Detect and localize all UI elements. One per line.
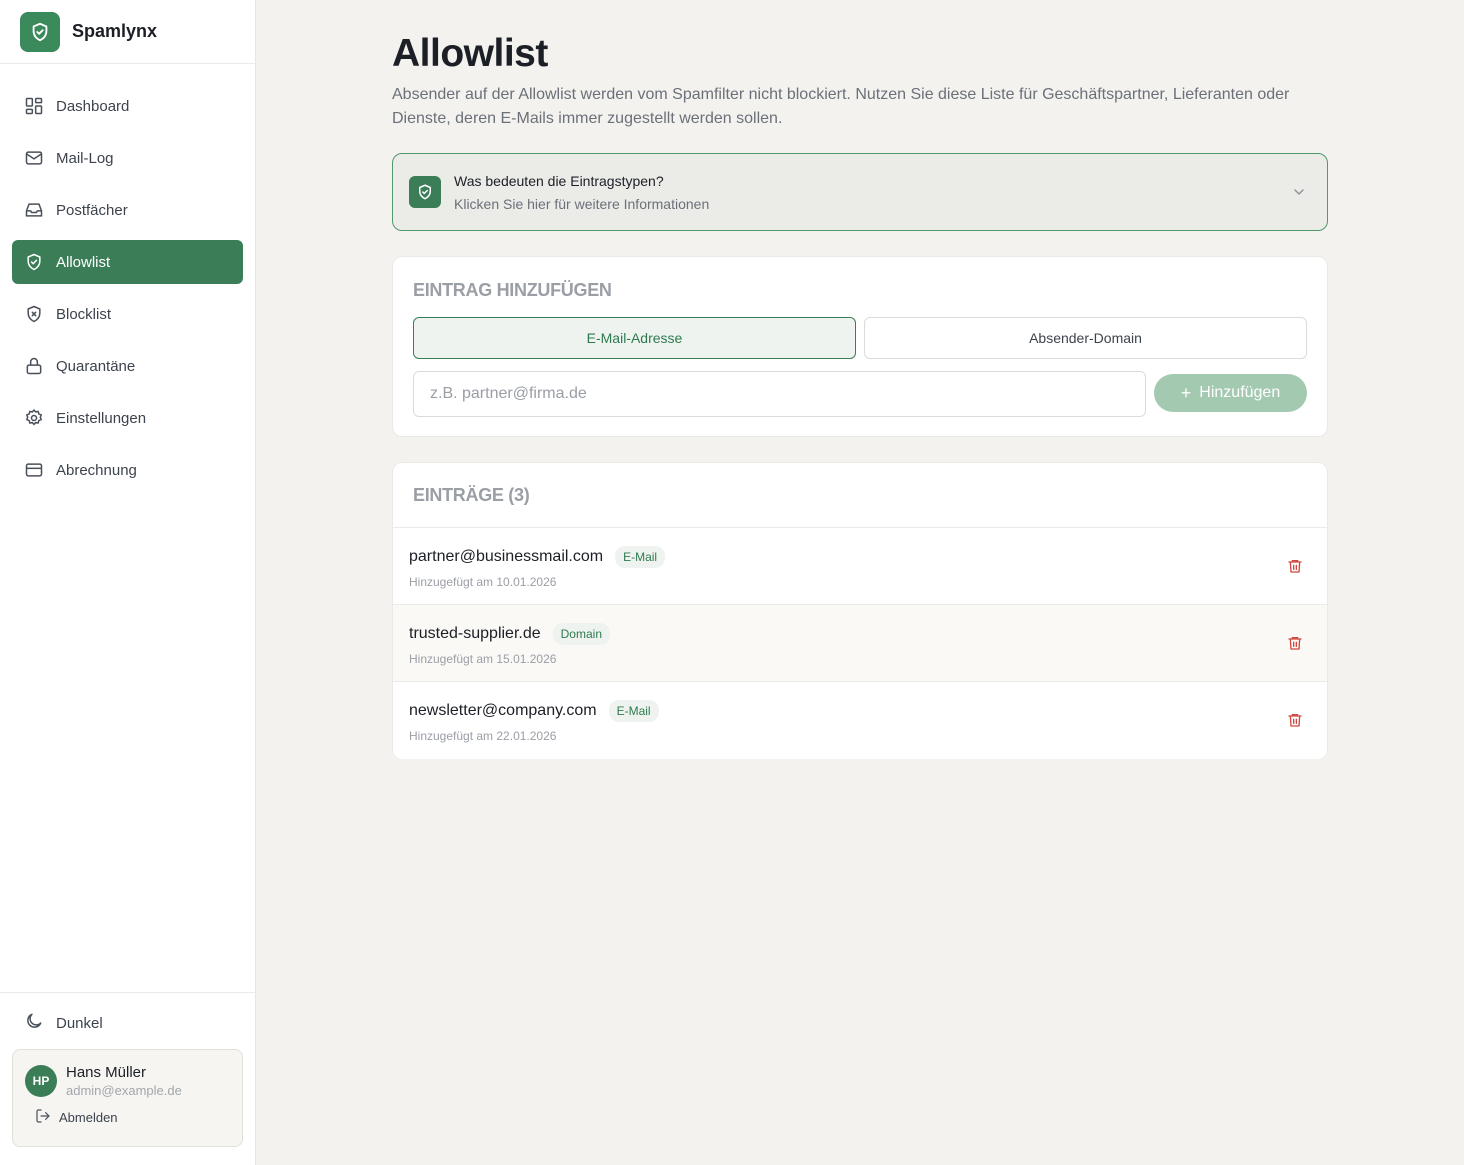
- entry-value: newsletter@company.com: [409, 702, 597, 719]
- type-badge: Domain: [552, 623, 610, 645]
- info-accordion[interactable]: Was bedeuten die Eintragstypen? Klicken …: [392, 153, 1328, 231]
- add-button[interactable]: + Hinzufügen: [1154, 374, 1307, 412]
- mail-icon: [24, 148, 44, 168]
- sidebar-item-label: Mail-Log: [56, 149, 114, 167]
- trash-icon[interactable]: [1287, 557, 1303, 580]
- type-badge: E-Mail: [608, 700, 659, 722]
- logout-icon: [35, 1108, 51, 1127]
- moon-icon: [24, 1011, 44, 1035]
- inbox-icon: [24, 200, 44, 220]
- theme-toggle[interactable]: Dunkel: [12, 1005, 243, 1041]
- entry-date: Hinzugefügt am 22.01.2026: [409, 729, 557, 743]
- entry-value: trusted-supplier.de: [409, 625, 541, 642]
- logout-button[interactable]: Abmelden: [25, 1108, 230, 1127]
- add-button-label: Hinzufügen: [1199, 384, 1281, 401]
- entries-title: EINTRÄGE (3): [393, 463, 1327, 528]
- add-entry-card: EINTRAG HINZUFÜGEN E-Mail-Adresse Absend…: [392, 256, 1328, 437]
- sidebar: Spamlynx Dashboard Mail-Log Postfächer A…: [0, 0, 256, 1165]
- sidebar-item-label: Quarantäne: [56, 357, 136, 375]
- page-title: Allowlist: [392, 32, 548, 75]
- sidebar-nav: Dashboard Mail-Log Postfächer Allowlist …: [0, 64, 255, 492]
- list-item: partner@businessmail.com E-Mail Hinzugef…: [393, 528, 1327, 605]
- entry-date: Hinzugefügt am 10.01.2026: [409, 575, 557, 589]
- list-item: newsletter@company.com E-Mail Hinzugefüg…: [393, 682, 1327, 759]
- entry-value: partner@businessmail.com: [409, 548, 604, 565]
- sidebar-item-label: Abrechnung: [56, 461, 137, 479]
- sidebar-item-label: Blocklist: [56, 305, 112, 323]
- info-title: Was bedeuten die Eintragstypen?: [454, 172, 664, 189]
- sidebar-item-label: Postfächer: [56, 201, 128, 219]
- type-domain-button[interactable]: Absender-Domain: [864, 317, 1307, 359]
- page-description: Absender auf der Allowlist werden vom Sp…: [392, 86, 1290, 127]
- shield-check-icon: [409, 176, 441, 208]
- sidebar-item-label: Dashboard: [56, 97, 130, 115]
- sidebar-item-label: Einstellungen: [56, 409, 147, 427]
- chevron-down-icon[interactable]: [1291, 184, 1307, 205]
- sidebar-item-quarantaene[interactable]: Quarantäne: [12, 344, 243, 388]
- sidebar-item-abrechnung[interactable]: Abrechnung: [12, 448, 243, 492]
- info-subtitle: Klicken Sie hier für weitere Information…: [454, 195, 710, 212]
- lock-icon: [24, 356, 44, 376]
- sidebar-item-einstellungen[interactable]: Einstellungen: [12, 396, 243, 440]
- user-name: Hans Müller: [66, 1064, 147, 1081]
- user-email: admin@example.de: [66, 1083, 182, 1098]
- entries-card: EINTRÄGE (3) partner@businessmail.com E-…: [392, 462, 1328, 759]
- sidebar-item-mail-log[interactable]: Mail-Log: [12, 136, 243, 180]
- sidebar-item-label: Allowlist: [56, 253, 111, 271]
- dashboard-icon: [24, 96, 44, 116]
- shield-check-icon: [24, 252, 44, 272]
- credit-card-icon: [24, 460, 44, 480]
- shield-x-icon: [24, 304, 44, 324]
- type-badge: E-Mail: [615, 546, 666, 568]
- shield-check-icon: [20, 11, 60, 52]
- brand[interactable]: Spamlynx: [0, 0, 255, 64]
- sidebar-item-allowlist[interactable]: Allowlist: [12, 240, 243, 284]
- theme-toggle-label: Dunkel: [56, 1014, 103, 1032]
- type-email-button[interactable]: E-Mail-Adresse: [413, 317, 856, 359]
- entry-input[interactable]: [413, 371, 1146, 417]
- plus-icon: +: [1180, 382, 1192, 403]
- brand-name: Spamlynx: [72, 21, 158, 41]
- add-entry-title: EINTRAG HINZUFÜGEN: [413, 280, 612, 300]
- entry-date: Hinzugefügt am 15.01.2026: [409, 652, 557, 666]
- sidebar-item-dashboard[interactable]: Dashboard: [12, 84, 243, 128]
- sidebar-item-postfaecher[interactable]: Postfächer: [12, 188, 243, 232]
- user-card: HP Hans Müller admin@example.de Abmelden: [12, 1049, 243, 1147]
- list-item: trusted-supplier.de Domain Hinzugefügt a…: [393, 605, 1327, 682]
- logout-label: Abmelden: [59, 1110, 118, 1125]
- trash-icon[interactable]: [1287, 634, 1303, 657]
- sidebar-footer: Dunkel HP Hans Müller admin@example.de A…: [0, 992, 255, 1165]
- avatar: HP: [25, 1065, 57, 1097]
- gear-icon: [24, 408, 44, 428]
- trash-icon[interactable]: [1287, 711, 1303, 734]
- sidebar-item-blocklist[interactable]: Blocklist: [12, 292, 243, 336]
